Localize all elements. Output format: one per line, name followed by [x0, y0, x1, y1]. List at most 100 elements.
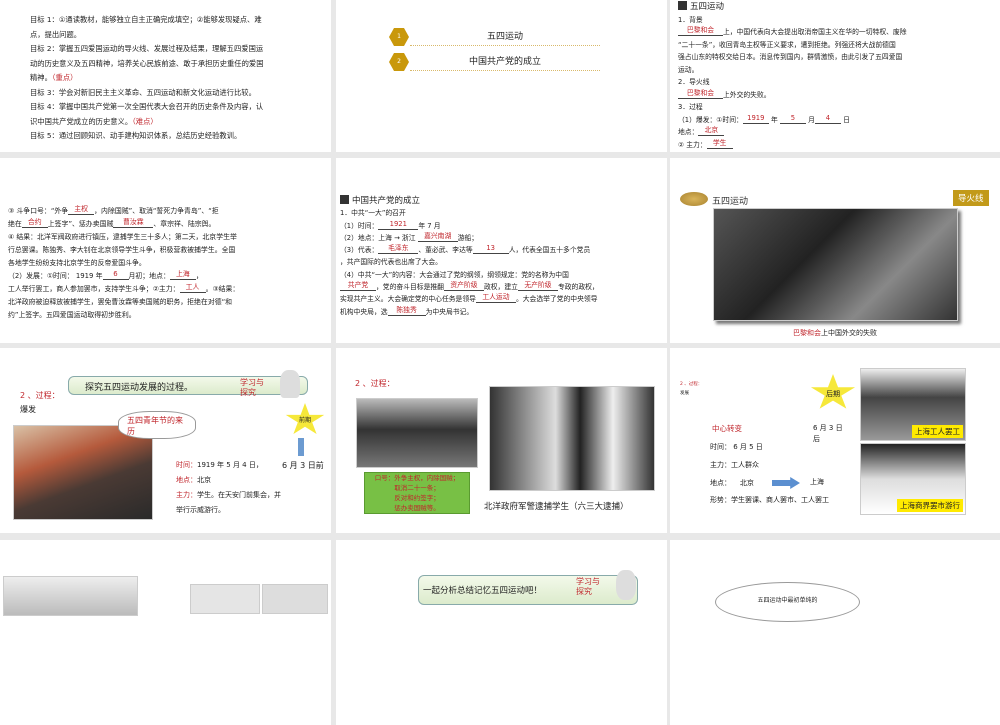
objective-text: 点，提出问题。 [30, 29, 82, 39]
caption-highlight: 巴黎和会 [793, 329, 821, 337]
slide-1-objectives[interactable]: 目标 1：①通读教材，能够独立自主正确完成填空；②能够发现疑点、难 点，提出问题。… [0, 0, 331, 152]
decorative-ornament-icon [680, 192, 708, 206]
text: 机构中央局，选 [340, 307, 388, 316]
youth-day-cloud: 五四青年节的来历 [118, 411, 196, 439]
text: ，共产国际的代表也出席了大会。 [340, 258, 442, 267]
value: 北京 [197, 476, 211, 484]
arrest-caption: 北洋政府军警逮捕学生（六三大逮捕） [484, 502, 629, 512]
objective-line: 点，提出问题。 [30, 28, 320, 43]
label: 地点： [176, 476, 197, 484]
slide-3-may-fourth[interactable]: 五四运动 1．背景 巴黎和会 上，中国代表向大会提出取消帝国主义在华的一切特权、废… [670, 0, 1000, 152]
document-image [262, 584, 328, 614]
objective-text: 动的历史意义及五四精神，培养关心民族前途、敢于承担历史重任的爱国 [30, 58, 264, 68]
objective-text: 目标 5：通过回顾知识、动手建构知识体系，总结历史经验教训。 [30, 131, 242, 140]
text: 年 7 月 [418, 221, 441, 230]
from-city: 北京 [739, 479, 754, 487]
slide-4-slogans[interactable]: ③ 斗争口号：“外争 主权 ，内除国贼”、取消“誓死力争青岛”、“拒 绝在 合约 上签字… [0, 158, 331, 343]
situation-text: 形势：学生罢课、商人罢市、工人罢工 [710, 496, 829, 504]
value: 1919 年 5 月 4 日， [197, 461, 263, 469]
force-text: 主力：工人群众 [710, 461, 759, 469]
label: 时间： [176, 461, 197, 469]
center-shift: 中心转变 [712, 424, 742, 433]
text: 北洋政府被迫释放被捕学生，罢免曹汝霖等卖国贼的职务，拒绝在对德“和 [8, 298, 233, 306]
objective-text: 识中国共产党成立的历史意义。 [30, 116, 133, 126]
text: 行总罢课。陈独秀、李大钊在北京领导学生斗争，积极营救被捕学生。全国 [8, 246, 236, 254]
answer: 北京 [698, 126, 725, 136]
answer: 共产党 [340, 281, 376, 292]
text: 人，代表全国五十多个党员 [508, 246, 591, 255]
text: 强占山东的特权交给日本。消息传到国内，群情激愤，由此引发了五四爱国 [678, 53, 903, 61]
text: 为中央局书记。 [425, 307, 474, 316]
answer: 巴黎和会 [678, 26, 723, 36]
section-sub: 爆发 [20, 405, 36, 414]
slide-12-question[interactable]: 五四运动中最初单纯的 [670, 540, 1000, 725]
fuse-tag: 导火线 [953, 190, 989, 206]
text: ， [195, 272, 203, 280]
slide3-title: 五四运动 [690, 2, 725, 12]
book-icon [340, 195, 349, 204]
text: ② 主力： [678, 140, 707, 149]
bg-label: 1．背景 [678, 15, 703, 24]
answer: 工人 [179, 283, 206, 293]
slide-2-toc[interactable]: 1 五四运动 2 中国共产党的成立 [336, 0, 667, 152]
photo-caption: 巴黎和会上中国外交的失败 [670, 328, 1000, 338]
text: 实现共产主义。大会确定党的中心任务是领导 [340, 295, 476, 304]
historic-photo [3, 576, 138, 616]
answer: 4 [814, 114, 841, 124]
answer: 13 [472, 244, 509, 255]
objective-line: 目标 1：①通读教材，能够独立自主正确完成填空；②能够发现疑点、难 [30, 13, 320, 28]
question-cloud: 五四运动中最初单纯的 [715, 582, 860, 622]
thinker-figure-icon [616, 570, 636, 600]
slide6-title: 五四运动 [712, 197, 749, 207]
text: 上签字”、惩办卖国贼 [47, 220, 114, 228]
slide-9-later-stage[interactable]: 2 、过程： 发展 后期 中心转变 6 月 3 日后 时间： 6 月 5 日 主… [670, 348, 1000, 533]
answer: 无产阶级 [517, 281, 558, 292]
answer: 学生 [706, 139, 733, 149]
answer: 5 [779, 114, 806, 124]
answer: 6 [102, 270, 129, 280]
slide-5-cpc-founding[interactable]: 中国共产党的成立 1．中共“一大”的召开 （1）时间： 1921 年 7 月 （2）… [336, 158, 667, 343]
answer: 上海 [169, 270, 196, 280]
text: 日 [843, 115, 850, 124]
text: 年 [770, 115, 778, 124]
hex-number-2: 2 [389, 53, 409, 71]
text: 约”上签字。五四爱国运动取得初步胜利。 [8, 311, 136, 319]
text: 政权，建立 [483, 283, 518, 292]
slogan-line: 取消二十一条； [394, 484, 440, 492]
objective-line: 目标 4：掌握中国共产党第一次全国代表大会召开的历史条件及内容，认 [30, 100, 320, 115]
fuse-label: 2．导火线 [678, 78, 710, 86]
text: （2）发展：①时间： 1919 年 [8, 272, 103, 280]
slide-10-photos[interactable] [0, 540, 331, 725]
slide4-content: ③ 斗争口号：“外争 主权 ，内除国贼”、取消“誓死力争青岛”、“拒 绝在 合约 上签字… [8, 205, 308, 322]
workers-strike-photo: 上海工人罢工 [860, 368, 966, 441]
thinker-figure-icon [280, 370, 300, 398]
objective-line: 目标 2：掌握五四爱国运动的导火线、发展过程及结果，理解五四爱国运 [30, 42, 320, 57]
text: 、章宗祥、陆宗舆。 [153, 220, 216, 228]
place-row: 地点： 北京 [710, 478, 754, 488]
text: 运动。 [678, 65, 699, 74]
toc-item-1[interactable]: 五四运动 [410, 29, 600, 46]
slide-8-process[interactable]: 2 、过程： 口号：外争主权，内除国贼； 取消二十一条； 反对和约签字； 惩办卖… [336, 348, 667, 533]
key-point-mark: （重点） [51, 73, 78, 82]
text: 工人举行罢工，商人参加罢市，支持学生斗争；②主力： [8, 285, 180, 293]
objective-text: 目标 2：掌握五四爱国运动的导火线、发展过程及结果，理解五四爱国运 [30, 44, 264, 53]
slide-11-summary[interactable]: 一起分析总结记忆五四运动吧！ 学习与探究 [336, 540, 667, 725]
text: （4）中共“一大”的内容：大会通过了党的纲领，纲领规定：党的名称为中国 [340, 270, 569, 279]
study-badge: 学习与探究 [576, 577, 600, 596]
answer: 嘉兴南湖 [417, 232, 458, 242]
slide5-title: 中国共产党的成立 [352, 196, 421, 206]
toc-item-2[interactable]: 中国共产党的成立 [410, 54, 600, 71]
text: （3）代表： [340, 246, 379, 255]
slide-7-outbreak[interactable]: 2 、过程： 爆发 探究五四运动发展的过程。 学习与探究 五四青年节的来历 前期… [0, 348, 331, 533]
slide-6-paris-conference[interactable]: 五四运动 导火线 巴黎和会上中国外交的失败 [670, 158, 1000, 343]
paris-conference-photo [713, 208, 958, 321]
time-text: 时间： 6 月 5 日 [710, 443, 763, 451]
study-badge: 学习与探究 [240, 378, 264, 397]
text: ，党的奋斗目标是推翻 [376, 283, 444, 292]
text: （1）时间： [340, 221, 379, 230]
photo-label: 上海工人罢工 [912, 425, 963, 438]
objective-line: 目标 3：学会对新旧民主主义革命、五四运动和新文化运动进行比较。 [30, 86, 320, 101]
answer: 1921 [378, 220, 419, 230]
answer: 主权 [68, 205, 95, 215]
process-label: 3．过程 [678, 103, 703, 111]
